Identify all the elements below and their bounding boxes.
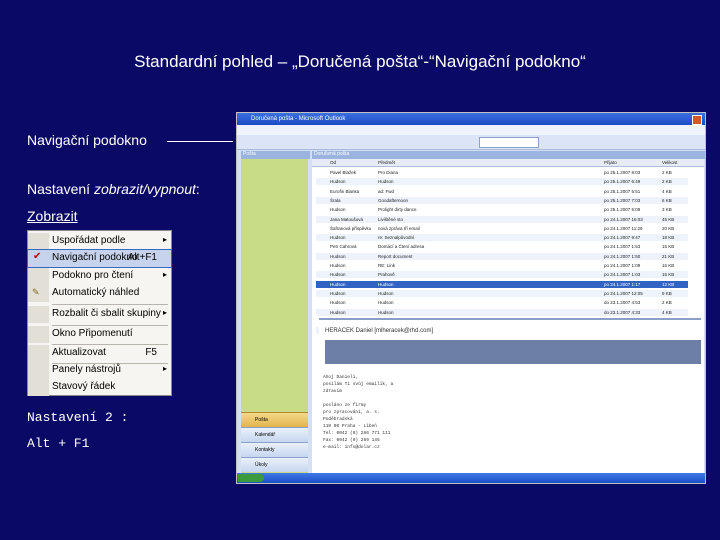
menu-item-navigation-pane[interactable]: ✔ Navigační podokno Alt+F1 bbox=[27, 249, 172, 268]
checkmark-icon: ✔ bbox=[33, 251, 42, 262]
setting2-label: Nastavení 2 : bbox=[27, 410, 129, 425]
preview-line: zdravím bbox=[323, 389, 342, 394]
menu-separator bbox=[52, 304, 168, 305]
menu-item-auto-preview[interactable]: ✎ Automatický náhled bbox=[28, 285, 171, 302]
start-button[interactable] bbox=[238, 474, 264, 482]
menu-item-status-bar[interactable]: Stavový řádek bbox=[28, 379, 171, 396]
setting-prefix: Nastavení bbox=[27, 181, 94, 197]
nav-button-mail[interactable]: Pošta bbox=[241, 412, 308, 427]
menu-item-arrange-by[interactable]: Uspořádat podle ▸ bbox=[28, 233, 171, 250]
preview-line: Poděbradská bbox=[323, 417, 353, 422]
menu-item-reminders-window[interactable]: Okno Připomenutí bbox=[28, 326, 171, 343]
menu-item-reading-pane[interactable]: Podokno pro čtení ▸ bbox=[28, 268, 171, 285]
nav-button-tasks[interactable]: Úkoly bbox=[241, 457, 308, 472]
preview-icon: ✎ bbox=[32, 287, 40, 297]
slide-title: Standardní pohled – „Doručená pošta“-“Na… bbox=[134, 52, 586, 71]
preview-line: pro zpracování, a. s. bbox=[323, 410, 380, 415]
shortcut-label: Alt + F1 bbox=[27, 436, 90, 451]
menu-item-refresh[interactable]: Aktualizovat F5 bbox=[28, 345, 171, 362]
nav-pane-label: Navigační podokno bbox=[27, 132, 147, 148]
pointer-line bbox=[167, 141, 233, 142]
preview-line: Fax: 0042 (0) 269 145 bbox=[323, 438, 380, 443]
preview-line: e-mail: info@dolar.cz bbox=[323, 445, 380, 450]
menu-item-toolbars[interactable]: Panely nástrojů ▸ bbox=[28, 362, 171, 379]
preview-line: Tel: 0042 (0) 266 771 111 bbox=[323, 431, 391, 436]
setting-label: Nastavení zobrazit/vypnout: bbox=[27, 181, 200, 197]
nav-button-calendar[interactable]: Kalendář bbox=[241, 427, 308, 442]
preview-line: posláno ze firmy bbox=[323, 403, 367, 408]
setting-suffix: : bbox=[195, 181, 200, 197]
view-context-menu: Uspořádat podle ▸ ✔ Navigační podokno Alt+… bbox=[27, 230, 172, 396]
outlook-screenshot: Doručená pošta - Microsoft Outlook Pošta… bbox=[236, 112, 706, 484]
menu-item-expand-collapse-groups[interactable]: Rozbalit či sbalit skupiny ▸ bbox=[28, 306, 171, 323]
setting-italic: zobrazit/vypnout bbox=[93, 181, 196, 197]
preview-line: posílám Ti svůj emailík, a bbox=[323, 382, 394, 387]
preview-line: 110 00 Praha - Libeň bbox=[323, 424, 378, 429]
show-label: Zobrazit bbox=[27, 208, 78, 224]
nav-button-contacts[interactable]: Kontakty bbox=[241, 442, 308, 457]
preview-line: Ahoj Danieli, bbox=[323, 375, 359, 380]
taskbar bbox=[237, 473, 705, 483]
